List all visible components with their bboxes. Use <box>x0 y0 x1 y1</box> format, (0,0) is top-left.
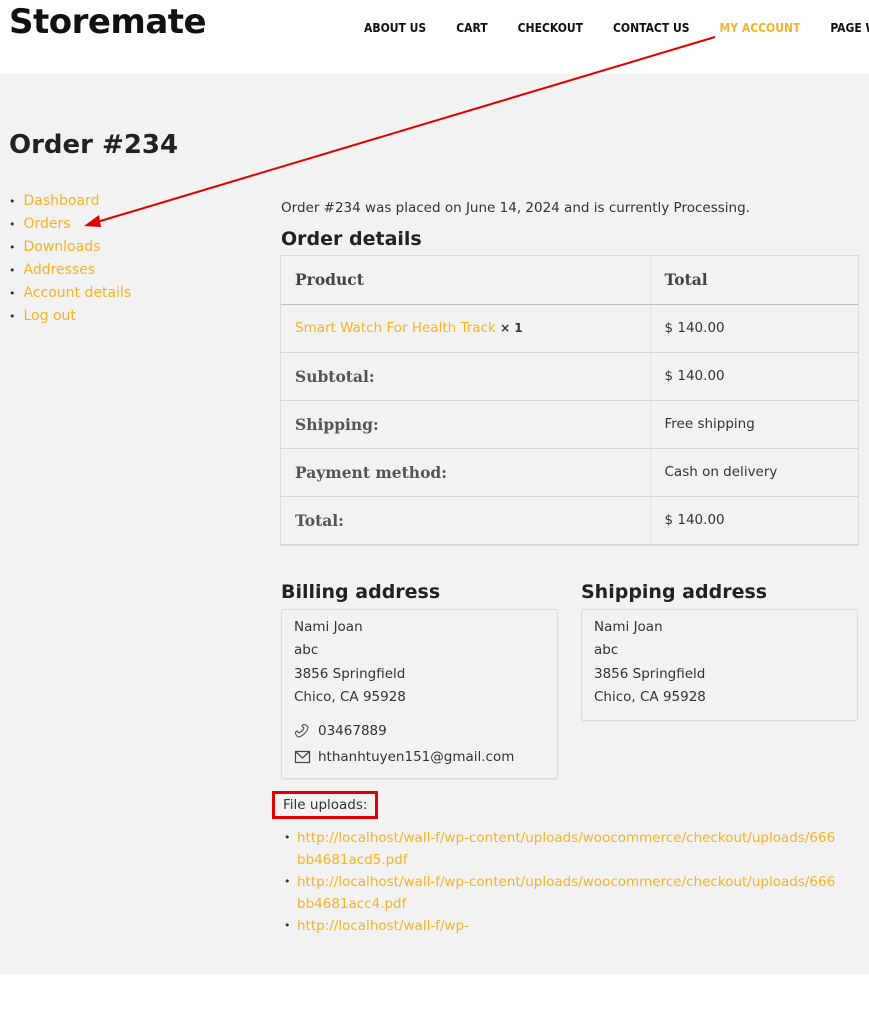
addresses-section: Billing address Nami Joan abc 3856 Sprin… <box>281 581 858 791</box>
site-header: Storemate ABOUT US CART CHECKOUT CONTACT… <box>0 0 869 74</box>
product-total: $ 140.00 <box>649 304 858 353</box>
shipping-line-2: 3856 Springfield <box>594 665 706 682</box>
billing-email[interactable]: hthanhtuyen151@gmail.com <box>318 746 514 768</box>
order-details-table: Product Total Smart Watch For Health Tra… <box>281 256 858 545</box>
account-nav-item: Dashboard <box>9 190 131 213</box>
subtotal-label: Subtotal: <box>281 352 650 401</box>
account-nav-dashboard[interactable]: Dashboard <box>24 193 100 209</box>
order-content: Order #234 was placed on June 14, 2024 a… <box>272 200 858 937</box>
site-logo[interactable]: Storemate <box>9 2 207 42</box>
billing-phone-row: 03467889 <box>294 720 545 742</box>
shipping-line-1: abc <box>594 642 619 658</box>
list-item: http://localhost/wall-f/wp-content/uploa… <box>281 827 841 871</box>
file-uploads-list: http://localhost/wall-f/wp-content/uploa… <box>281 827 858 937</box>
shipping-value: Free shipping <box>649 400 858 449</box>
product-quantity: × 1 <box>500 321 523 335</box>
shipping-name: Nami Joan <box>594 618 663 635</box>
nav-about-us[interactable]: ABOUT US <box>364 21 426 35</box>
account-nav-account-details[interactable]: Account details <box>24 285 132 301</box>
account-nav-item: Downloads <box>9 236 131 259</box>
nav-checkout[interactable]: CHECKOUT <box>518 21 583 35</box>
payment-method-value: Cash on delivery <box>649 448 858 497</box>
account-nav-downloads[interactable]: Downloads <box>24 239 101 255</box>
file-upload-link[interactable]: http://localhost/wall-f/wp- <box>297 918 469 934</box>
product-link[interactable]: Smart Watch For Health Track <box>295 320 496 336</box>
billing-line-1: abc <box>294 642 319 658</box>
account-nav-orders[interactable]: Orders <box>24 216 71 232</box>
order-status-text: Order #234 was placed on June 14, 2024 a… <box>281 200 750 216</box>
total-value: $ 140.00 <box>649 496 858 545</box>
billing-email-row: hthanhtuyen151@gmail.com <box>294 746 545 768</box>
column-header-total: Total <box>649 256 858 305</box>
account-navigation: Dashboard Orders Downloads Addresses Acc… <box>9 190 132 328</box>
shipping-address-column: Shipping address Nami Joan abc 3856 Spri… <box>581 581 858 721</box>
subtotal-value: $ 140.00 <box>649 352 858 401</box>
phone-icon <box>295 723 309 738</box>
table-row: Payment method: Cash on delivery <box>281 448 858 497</box>
account-nav-item: Log out <box>9 305 131 328</box>
column-header-product: Product <box>281 256 650 305</box>
account-nav-item: Orders <box>9 213 131 236</box>
billing-line-2: 3856 Springfield <box>294 665 406 682</box>
billing-address-box: Nami Joan abc 3856 Springfield Chico, CA… <box>281 608 558 779</box>
list-item: http://localhost/wall-f/wp-content/uploa… <box>281 871 841 915</box>
payment-method-label: Payment method: <box>281 448 650 497</box>
total-label: Total: <box>281 496 650 545</box>
order-details-heading: Order details <box>281 228 422 250</box>
table-row: Subtotal: $ 140.00 <box>281 352 858 401</box>
mail-icon <box>294 750 311 763</box>
account-nav-item: Addresses <box>9 259 131 282</box>
shipping-address-heading: Shipping address <box>581 580 768 603</box>
nav-page-with[interactable]: PAGE WITH <box>830 21 869 35</box>
shipping-label: Shipping: <box>281 400 650 449</box>
table-row: Total: $ 140.00 <box>281 496 858 545</box>
billing-address-column: Billing address Nami Joan abc 3856 Sprin… <box>281 581 558 779</box>
account-nav-log-out[interactable]: Log out <box>24 308 76 324</box>
nav-my-account[interactable]: MY ACCOUNT <box>720 21 801 35</box>
account-nav-addresses[interactable]: Addresses <box>24 262 96 278</box>
table-row: Smart Watch For Health Track × 1 $ 140.0… <box>281 304 858 353</box>
table-row: Shipping: Free shipping <box>281 400 858 449</box>
billing-phone[interactable]: 03467889 <box>318 720 387 742</box>
file-uploads-label: File uploads: <box>272 790 379 819</box>
account-nav-item: Account details <box>9 282 132 305</box>
main-nav: ABOUT US CART CHECKOUT CONTACT US MY ACC… <box>364 21 869 35</box>
billing-line-3: Chico, CA 95928 <box>294 689 406 705</box>
list-item: http://localhost/wall-f/wp- <box>281 915 841 937</box>
nav-cart[interactable]: CART <box>456 21 487 35</box>
billing-address-heading: Billing address <box>281 580 441 603</box>
billing-name: Nami Joan <box>294 618 363 635</box>
table-header-row: Product Total <box>281 256 858 305</box>
main-content-area: Order #234 Dashboard Orders Downloads Ad… <box>0 74 869 974</box>
nav-contact-us[interactable]: CONTACT US <box>613 21 690 35</box>
shipping-line-3: Chico, CA 95928 <box>594 689 706 705</box>
file-upload-link[interactable]: http://localhost/wall-f/wp-content/uploa… <box>297 830 835 868</box>
file-upload-link[interactable]: http://localhost/wall-f/wp-content/uploa… <box>297 874 835 912</box>
page-title: Order #234 <box>9 130 179 160</box>
product-cell: Smart Watch For Health Track × 1 <box>281 304 650 353</box>
shipping-address-box: Nami Joan abc 3856 Springfield Chico, CA… <box>581 608 858 721</box>
